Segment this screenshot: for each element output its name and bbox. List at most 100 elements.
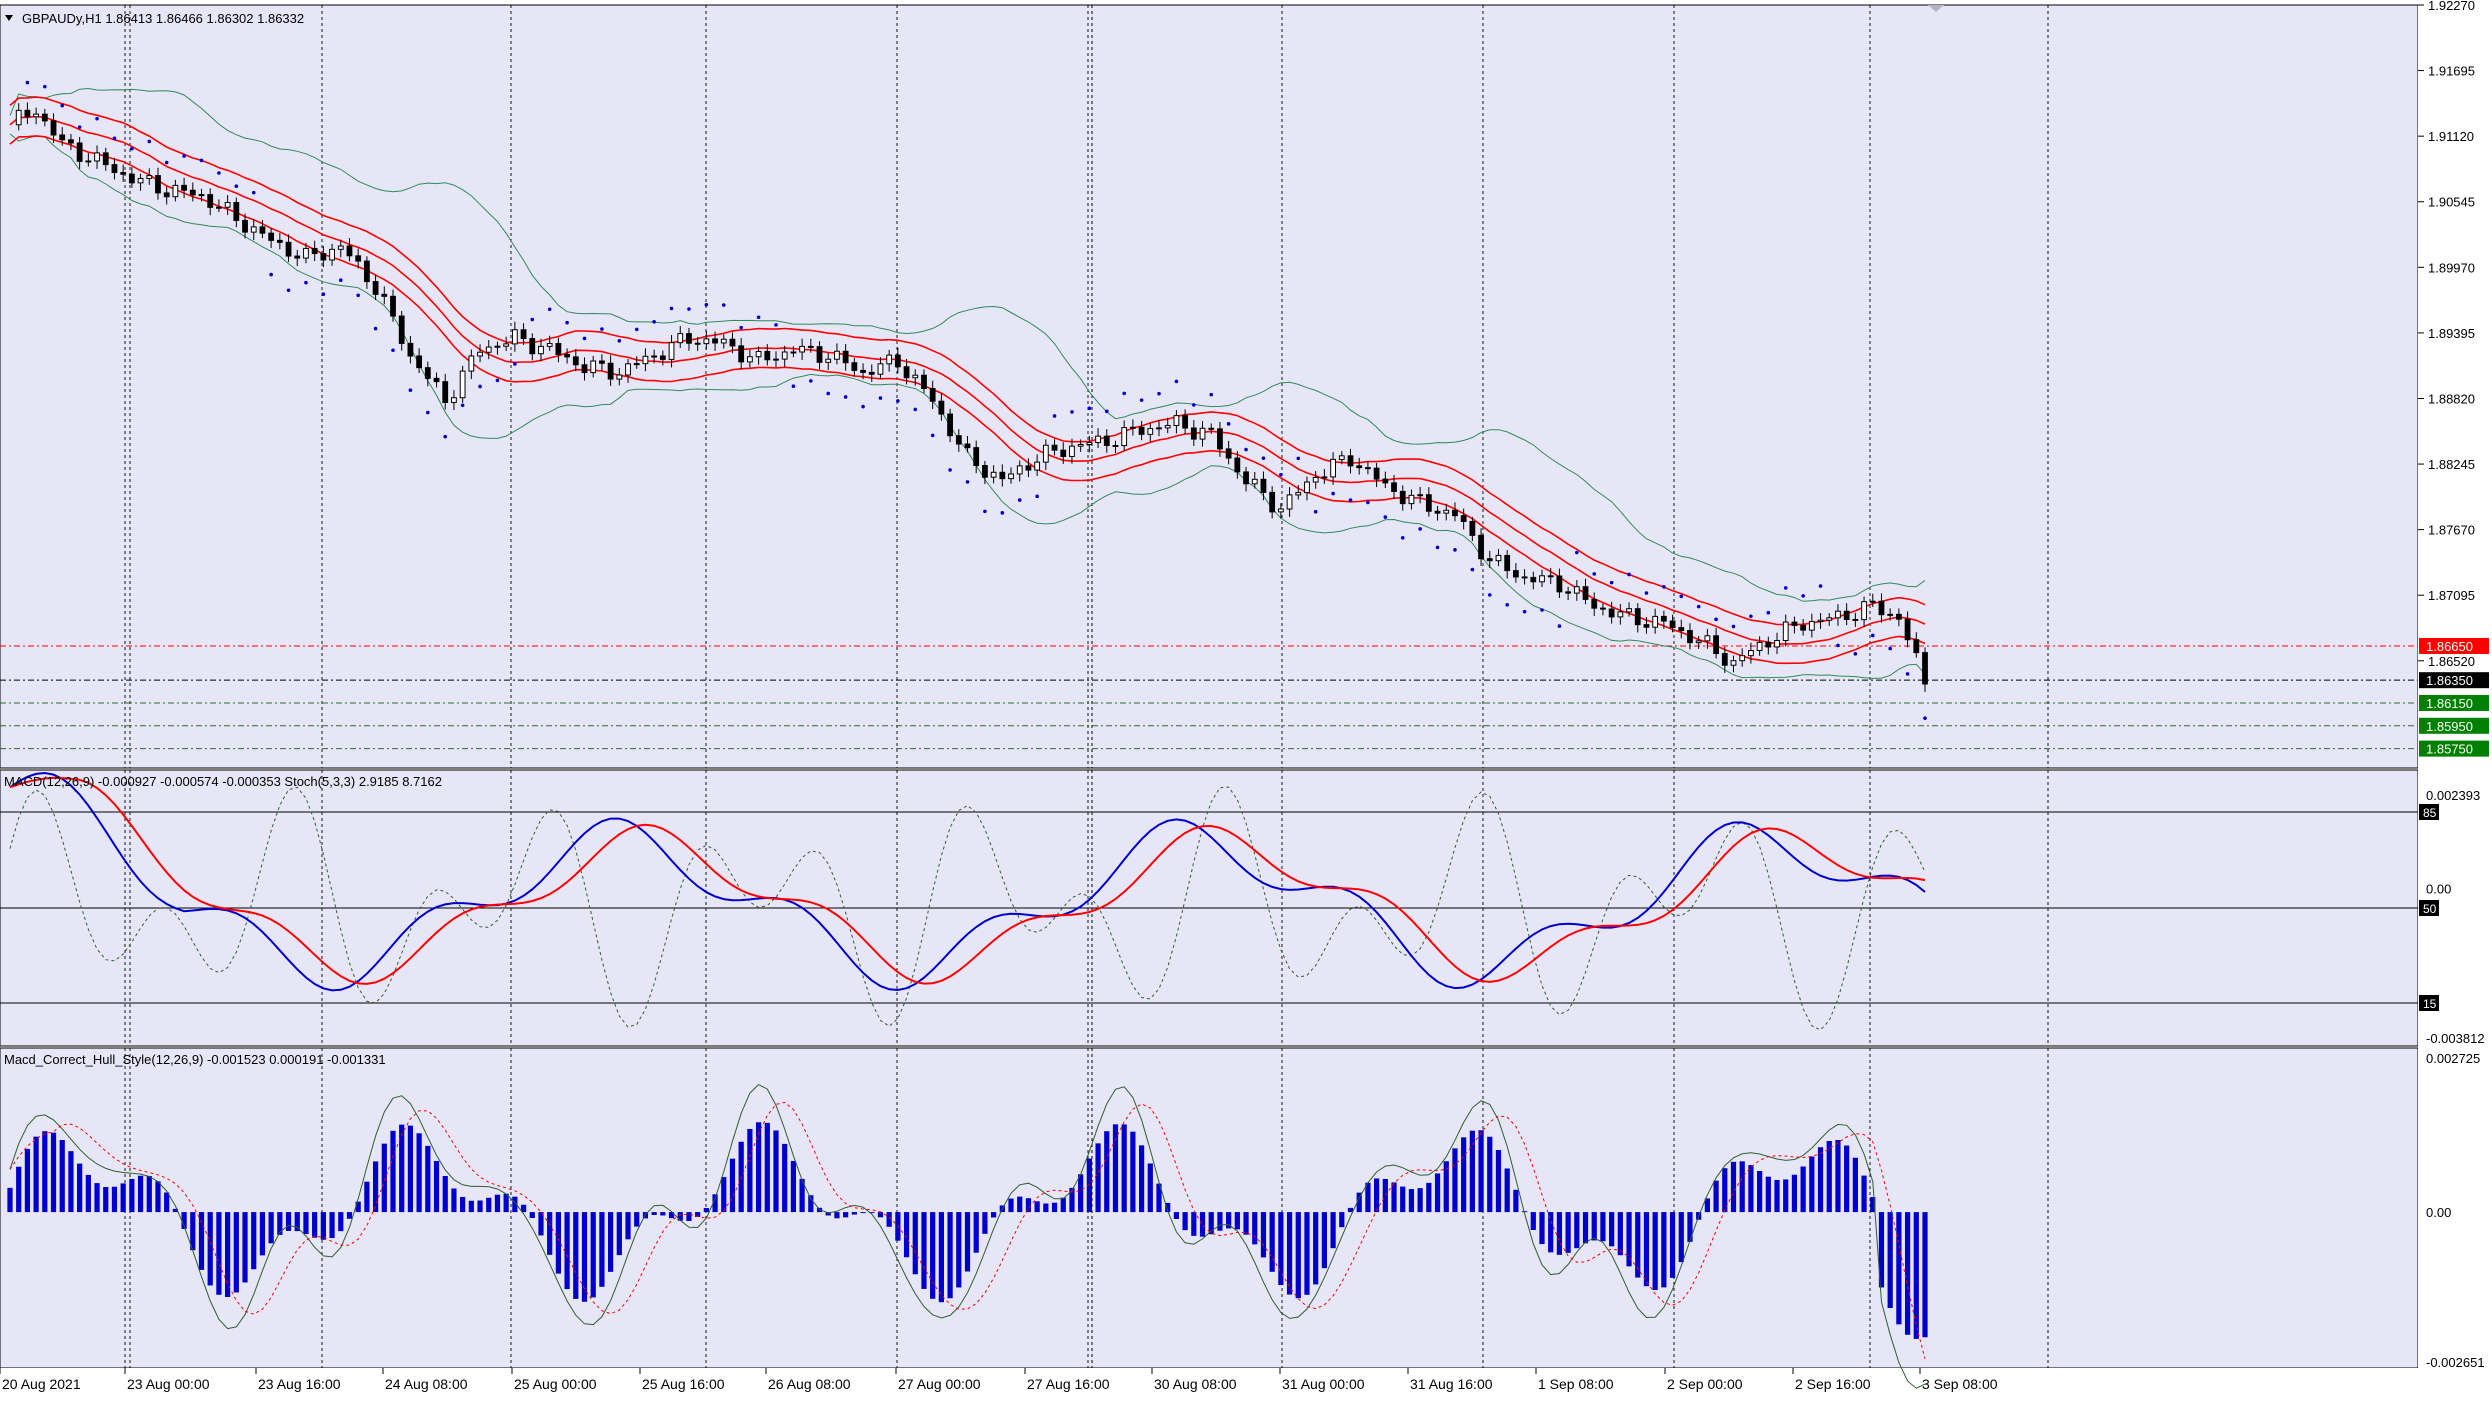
- sar-dot: [1104, 409, 1109, 414]
- hull-histogram-bar: [1252, 1212, 1258, 1245]
- hull-histogram-bar: [1643, 1212, 1650, 1287]
- candle-body: [372, 281, 379, 295]
- hull-histogram-bar: [1260, 1212, 1267, 1258]
- hull-histogram-bar: [599, 1212, 605, 1287]
- hull-histogram-bar: [285, 1212, 292, 1231]
- candle-body: [398, 315, 405, 344]
- candle-body: [729, 338, 736, 347]
- hull-histogram-bar: [1008, 1198, 1014, 1213]
- hull-histogram-bar: [111, 1186, 118, 1213]
- candle-body: [363, 260, 370, 283]
- hull-histogram-bar: [1043, 1203, 1049, 1213]
- candle-body: [1391, 482, 1397, 492]
- sar-dot: [687, 307, 691, 311]
- sar-dot: [1383, 515, 1388, 519]
- candle-body: [155, 175, 161, 194]
- hull-panel-background[interactable]: [0, 1047, 2419, 1369]
- hull-histogram-bar: [1626, 1212, 1632, 1267]
- candle-body: [1895, 613, 1902, 620]
- candle-body: [1417, 494, 1424, 497]
- hull-histogram-bar: [1513, 1189, 1519, 1213]
- candle-body: [181, 184, 187, 191]
- sar-dot: [1244, 447, 1248, 452]
- sar-dot: [739, 325, 743, 330]
- hull-histogram-bar: [677, 1212, 683, 1221]
- candle-body: [390, 295, 396, 317]
- sar-dot: [530, 317, 535, 322]
- candle-body: [1129, 426, 1136, 429]
- candle-body: [1713, 635, 1719, 655]
- candle-body: [311, 247, 318, 255]
- candle-body: [1434, 510, 1441, 514]
- sar-dot: [269, 272, 273, 277]
- candle-body: [538, 345, 544, 355]
- candle-body: [1103, 435, 1110, 447]
- hull-histogram-bar: [1852, 1157, 1858, 1213]
- hull-histogram-bar: [120, 1183, 126, 1213]
- hull-histogram-bar: [1617, 1212, 1623, 1256]
- hull-histogram-bar: [1138, 1145, 1145, 1213]
- candle-body: [990, 471, 997, 478]
- candle-body: [207, 194, 214, 208]
- candle-body: [651, 355, 658, 358]
- candle-body: [1808, 621, 1815, 631]
- hull-histogram-bar: [747, 1128, 753, 1213]
- hull-histogram-bar: [242, 1212, 248, 1283]
- hull-histogram-bar: [1548, 1212, 1554, 1253]
- sar-dot: [25, 80, 30, 85]
- price-tag-label: 1.86350: [2426, 673, 2473, 688]
- hull-histogram-bar: [7, 1187, 13, 1213]
- hull-histogram-bar: [216, 1212, 222, 1295]
- hull-histogram-bar: [1286, 1212, 1293, 1295]
- candle-body: [1913, 639, 1920, 654]
- sar-dot: [1052, 414, 1057, 418]
- candle-body: [1478, 534, 1484, 560]
- candle-body: [1443, 509, 1450, 514]
- hull-histogram-bar: [494, 1194, 501, 1213]
- hull-histogram-bar: [407, 1125, 414, 1213]
- candle-body: [1765, 641, 1772, 648]
- stoch-level-label: 85: [2423, 806, 2437, 820]
- trading-chart[interactable]: 1.92270 1.91695 1.91120 1.90545 1.89970 1.893…: [0, 0, 2492, 1401]
- candle-body: [1330, 458, 1336, 478]
- candle-body: [607, 362, 614, 380]
- hull-histogram-bar: [1757, 1171, 1763, 1213]
- hull-histogram-bar: [1530, 1212, 1536, 1230]
- candle-body: [1582, 586, 1589, 600]
- main-panel-background[interactable]: [0, 4, 2419, 769]
- candle-body: [1878, 600, 1885, 616]
- sar-dot: [1035, 494, 1039, 499]
- candle-body: [1138, 426, 1145, 435]
- hull-histogram-bar: [1687, 1212, 1693, 1242]
- time-tick-label: 3 Sep 08:00: [1922, 1376, 1998, 1392]
- hull-histogram-bar: [886, 1212, 892, 1227]
- sar-dot: [1313, 509, 1318, 514]
- candle-body: [1512, 570, 1519, 578]
- hull-histogram-bar: [1426, 1182, 1432, 1213]
- hull-histogram-bar: [755, 1122, 762, 1213]
- hull-histogram-bar: [686, 1212, 692, 1221]
- candle-body: [1199, 427, 1206, 440]
- hull-histogram-bar: [930, 1212, 936, 1299]
- candle-body: [1652, 615, 1659, 628]
- hull-histogram-bar: [1365, 1182, 1371, 1213]
- hull-histogram-bar: [851, 1212, 857, 1215]
- price-tag-label: 1.85950: [2426, 719, 2473, 734]
- candle-body: [1539, 575, 1545, 583]
- stoch-level-label: 50: [2423, 902, 2437, 916]
- candle-body: [633, 363, 640, 366]
- candle-body: [799, 345, 806, 353]
- candle-body: [1486, 558, 1493, 562]
- candle-body: [250, 226, 257, 233]
- candle-body: [1269, 491, 1276, 513]
- hull-histogram-bar: [1382, 1178, 1388, 1213]
- sar-dot: [1296, 456, 1301, 461]
- time-axis-background: [0, 1368, 2492, 1401]
- hull-histogram-bar: [1565, 1212, 1571, 1253]
- sar-dot: [1923, 716, 1927, 720]
- candle-body: [1756, 641, 1763, 652]
- candle-body: [1669, 620, 1676, 629]
- hull-histogram-bar: [1295, 1212, 1301, 1299]
- candle-body: [1286, 494, 1293, 510]
- sar-dot: [1000, 511, 1005, 515]
